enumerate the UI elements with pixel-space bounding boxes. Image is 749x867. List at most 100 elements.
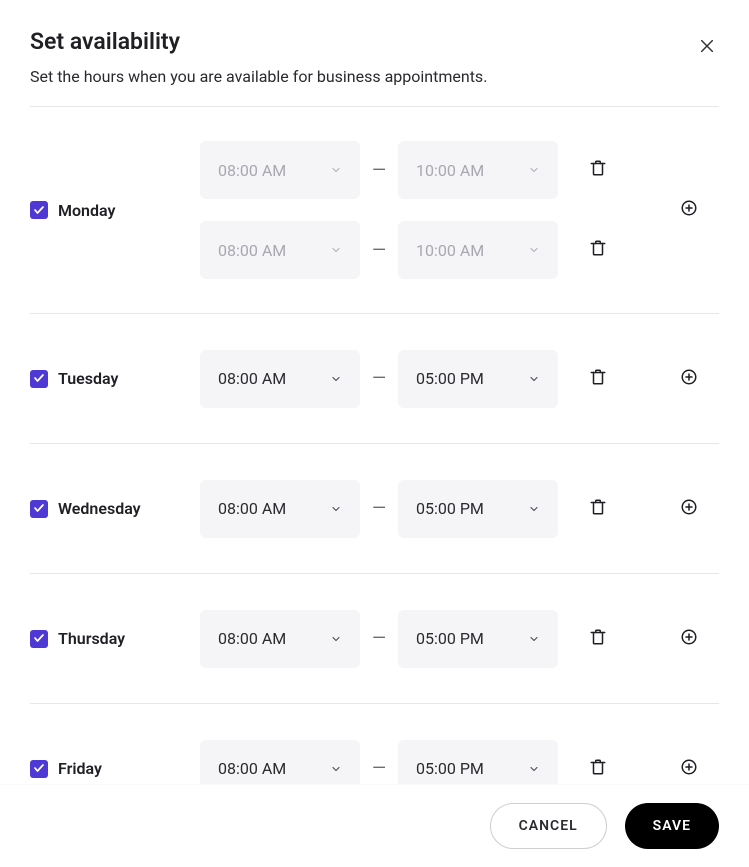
chevron-down-icon (528, 244, 540, 256)
day-row: Thursday 08:00 AM—05:00 PM (30, 574, 719, 704)
day-name: Wednesday (58, 499, 141, 518)
trash-icon (589, 239, 607, 261)
dialog-header: Set availability Set the hours when you … (0, 0, 749, 106)
day-label-column: Friday (30, 759, 200, 778)
trash-icon (589, 758, 607, 780)
start-time-value: 08:00 AM (218, 629, 286, 648)
time-range-separator: — (360, 240, 398, 261)
end-time-select[interactable]: 05:00 PM (398, 480, 558, 538)
dialog-footer: Cancel Save (0, 784, 749, 867)
availability-dialog: Set availability Set the hours when you … (0, 0, 749, 867)
chevron-down-icon (528, 373, 540, 385)
add-slot-button[interactable] (677, 757, 701, 781)
plus-circle-icon (680, 498, 698, 520)
time-slot-row: 08:00 AM—05:00 PM (200, 610, 659, 668)
day-row: Friday 08:00 AM — 05:00 PM (30, 704, 719, 784)
dialog-subtitle: Set the hours when you are available for… (30, 67, 719, 86)
chevron-down-icon (528, 164, 540, 176)
day-checkbox[interactable] (30, 630, 48, 648)
time-slot-row: 08:00 AM — 10:00 AM (200, 221, 659, 279)
days-scroll-area[interactable]: Monday 08:00 AM — 10:00 AM 08:00 AM — 10:00 AM… (0, 106, 749, 784)
start-time-select[interactable]: 08:00 AM (200, 141, 360, 199)
chevron-down-icon (528, 763, 540, 775)
add-slot-button[interactable] (677, 198, 701, 222)
start-time-value: 08:00 AM (218, 369, 286, 388)
check-icon (33, 201, 45, 220)
delete-slot-button[interactable] (586, 497, 610, 521)
time-slot-row: 08:00 AM — 10:00 AM (200, 141, 659, 199)
delete-slot-button[interactable] (586, 757, 610, 781)
day-checkbox[interactable] (30, 500, 48, 518)
day-label-column: Thursday (30, 629, 200, 648)
chevron-down-icon (330, 373, 342, 385)
close-button[interactable] (695, 36, 719, 60)
add-slot-column (659, 757, 719, 781)
end-time-select[interactable]: 10:00 AM (398, 141, 558, 199)
end-time-select[interactable]: 10:00 AM (398, 221, 558, 279)
start-time-value: 08:00 AM (218, 499, 286, 518)
chevron-down-icon (330, 244, 342, 256)
plus-circle-icon (680, 368, 698, 390)
time-range-separator: — (360, 758, 398, 779)
slots-column: 08:00 AM — 05:00 PM (200, 350, 659, 408)
chevron-down-icon (330, 503, 342, 515)
chevron-down-icon (330, 164, 342, 176)
start-time-select[interactable]: 08:00 AM (200, 221, 360, 279)
close-icon (699, 38, 715, 58)
time-slot-row: 08:00 AM — 05:00 PM (200, 740, 659, 785)
plus-circle-icon (680, 758, 698, 780)
day-checkbox[interactable] (30, 370, 48, 388)
check-icon (33, 759, 45, 778)
start-time-select[interactable]: 08:00 AM (200, 740, 360, 785)
delete-slot-button[interactable] (586, 158, 610, 182)
end-time-select[interactable]: 05:00 PM (398, 610, 558, 668)
day-checkbox[interactable] (30, 760, 48, 778)
trash-icon (589, 368, 607, 390)
day-name: Tuesday (58, 369, 118, 388)
add-slot-button[interactable] (677, 497, 701, 521)
time-range-separator: — (360, 160, 398, 181)
day-label-column: Tuesday (30, 369, 200, 388)
day-name: Thursday (58, 629, 125, 648)
add-slot-column (659, 627, 719, 651)
save-button[interactable]: Save (625, 803, 719, 849)
day-name: Monday (58, 201, 115, 220)
slots-column: 08:00 AM—05:00 PM (200, 610, 659, 668)
start-time-value: 08:00 AM (218, 759, 286, 778)
start-time-value: 08:00 AM (218, 241, 286, 260)
chevron-down-icon (528, 503, 540, 515)
day-label-column: Monday (30, 201, 200, 220)
delete-slot-button[interactable] (586, 627, 610, 651)
check-icon (33, 369, 45, 388)
slots-column: 08:00 AM — 05:00 PM (200, 740, 659, 785)
end-time-value: 10:00 AM (416, 161, 484, 180)
add-slot-button[interactable] (677, 367, 701, 391)
end-time-select[interactable]: 05:00 PM (398, 740, 558, 785)
time-slot-row: 08:00 AM — 05:00 PM (200, 350, 659, 408)
end-time-value: 10:00 AM (416, 241, 484, 260)
day-row: Wednesday 08:00 AM —05:00 PM (30, 444, 719, 574)
add-slot-button[interactable] (677, 627, 701, 651)
add-slot-column (659, 497, 719, 521)
trash-icon (589, 159, 607, 181)
cancel-button[interactable]: Cancel (490, 803, 607, 849)
add-slot-column (659, 198, 719, 222)
day-row: Monday 08:00 AM — 10:00 AM 08:00 AM — 10:00 AM (30, 106, 719, 314)
day-name: Friday (58, 759, 102, 778)
plus-circle-icon (680, 199, 698, 221)
time-slot-row: 08:00 AM —05:00 PM (200, 480, 659, 538)
start-time-select[interactable]: 08:00 AM (200, 350, 360, 408)
delete-slot-button[interactable] (586, 238, 610, 262)
day-checkbox[interactable] (30, 201, 48, 219)
end-time-value: 05:00 PM (416, 759, 484, 778)
delete-slot-button[interactable] (586, 367, 610, 391)
start-time-value: 08:00 AM (218, 161, 286, 180)
time-range-separator: — (360, 498, 398, 519)
add-slot-column (659, 367, 719, 391)
end-time-value: 05:00 PM (416, 369, 484, 388)
start-time-select[interactable]: 08:00 AM (200, 610, 360, 668)
chevron-down-icon (528, 633, 540, 645)
end-time-select[interactable]: 05:00 PM (398, 350, 558, 408)
start-time-select[interactable]: 08:00 AM (200, 480, 360, 538)
time-range-separator: — (360, 368, 398, 389)
